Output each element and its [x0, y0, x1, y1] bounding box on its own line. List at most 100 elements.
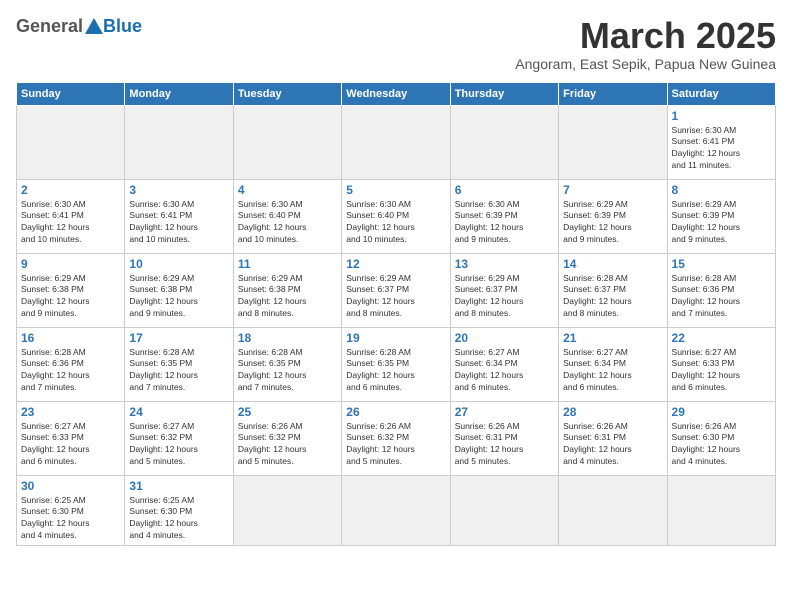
day-21: 21 Sunrise: 6:27 AM Sunset: 6:34 PM Dayl…	[559, 327, 667, 401]
day-23: 23 Sunrise: 6:27 AM Sunset: 6:33 PM Dayl…	[17, 401, 125, 475]
day-info-26: Sunrise: 6:26 AM Sunset: 6:32 PM Dayligh…	[346, 421, 445, 469]
day-31: 31 Sunrise: 6:25 AM Sunset: 6:30 PM Dayl…	[125, 475, 233, 546]
day-number-11: 11	[238, 257, 337, 271]
empty-cell	[450, 105, 558, 179]
day-info-23: Sunrise: 6:27 AM Sunset: 6:33 PM Dayligh…	[21, 421, 120, 469]
day-info-12: Sunrise: 6:29 AM Sunset: 6:37 PM Dayligh…	[346, 273, 445, 321]
day-number-28: 28	[563, 405, 662, 419]
day-info-2: Sunrise: 6:30 AM Sunset: 6:41 PM Dayligh…	[21, 199, 120, 247]
logo-triangle-icon	[85, 18, 103, 34]
day-info-25: Sunrise: 6:26 AM Sunset: 6:32 PM Dayligh…	[238, 421, 337, 469]
day-7: 7 Sunrise: 6:29 AM Sunset: 6:39 PM Dayli…	[559, 179, 667, 253]
title-block: March 2025 Angoram, East Sepik, Papua Ne…	[515, 16, 776, 72]
calendar-row-6: 30 Sunrise: 6:25 AM Sunset: 6:30 PM Dayl…	[17, 475, 776, 546]
day-number-12: 12	[346, 257, 445, 271]
empty-cell	[233, 475, 341, 546]
col-monday: Monday	[125, 82, 233, 105]
day-22: 22 Sunrise: 6:27 AM Sunset: 6:33 PM Dayl…	[667, 327, 775, 401]
month-title: March 2025	[515, 16, 776, 56]
empty-cell	[450, 475, 558, 546]
day-info-13: Sunrise: 6:29 AM Sunset: 6:37 PM Dayligh…	[455, 273, 554, 321]
day-info-7: Sunrise: 6:29 AM Sunset: 6:39 PM Dayligh…	[563, 199, 662, 247]
day-9: 9 Sunrise: 6:29 AM Sunset: 6:38 PM Dayli…	[17, 253, 125, 327]
logo: General Blue	[16, 16, 142, 37]
empty-cell	[342, 105, 450, 179]
calendar-row-2: 2 Sunrise: 6:30 AM Sunset: 6:41 PM Dayli…	[17, 179, 776, 253]
day-info-31: Sunrise: 6:25 AM Sunset: 6:30 PM Dayligh…	[129, 495, 228, 543]
day-info-16: Sunrise: 6:28 AM Sunset: 6:36 PM Dayligh…	[21, 347, 120, 395]
empty-cell	[667, 475, 775, 546]
col-saturday: Saturday	[667, 82, 775, 105]
day-info-20: Sunrise: 6:27 AM Sunset: 6:34 PM Dayligh…	[455, 347, 554, 395]
day-19: 19 Sunrise: 6:28 AM Sunset: 6:35 PM Dayl…	[342, 327, 450, 401]
day-number-29: 29	[672, 405, 771, 419]
day-15: 15 Sunrise: 6:28 AM Sunset: 6:36 PM Dayl…	[667, 253, 775, 327]
day-27: 27 Sunrise: 6:26 AM Sunset: 6:31 PM Dayl…	[450, 401, 558, 475]
empty-cell	[125, 105, 233, 179]
col-friday: Friday	[559, 82, 667, 105]
empty-cell	[342, 475, 450, 546]
day-info-18: Sunrise: 6:28 AM Sunset: 6:35 PM Dayligh…	[238, 347, 337, 395]
day-info-30: Sunrise: 6:25 AM Sunset: 6:30 PM Dayligh…	[21, 495, 120, 543]
day-number-22: 22	[672, 331, 771, 345]
day-number-15: 15	[672, 257, 771, 271]
day-info-8: Sunrise: 6:29 AM Sunset: 6:39 PM Dayligh…	[672, 199, 771, 247]
day-26: 26 Sunrise: 6:26 AM Sunset: 6:32 PM Dayl…	[342, 401, 450, 475]
day-4: 4 Sunrise: 6:30 AM Sunset: 6:40 PM Dayli…	[233, 179, 341, 253]
day-18: 18 Sunrise: 6:28 AM Sunset: 6:35 PM Dayl…	[233, 327, 341, 401]
day-1: 1 Sunrise: 6:30 AM Sunset: 6:41 PM Dayli…	[667, 105, 775, 179]
day-info-28: Sunrise: 6:26 AM Sunset: 6:31 PM Dayligh…	[563, 421, 662, 469]
day-11: 11 Sunrise: 6:29 AM Sunset: 6:38 PM Dayl…	[233, 253, 341, 327]
page: General Blue March 2025 Angoram, East Se…	[0, 0, 792, 612]
day-17: 17 Sunrise: 6:28 AM Sunset: 6:35 PM Dayl…	[125, 327, 233, 401]
day-info-10: Sunrise: 6:29 AM Sunset: 6:38 PM Dayligh…	[129, 273, 228, 321]
day-number-27: 27	[455, 405, 554, 419]
day-20: 20 Sunrise: 6:27 AM Sunset: 6:34 PM Dayl…	[450, 327, 558, 401]
day-number-3: 3	[129, 183, 228, 197]
day-13: 13 Sunrise: 6:29 AM Sunset: 6:37 PM Dayl…	[450, 253, 558, 327]
day-info-19: Sunrise: 6:28 AM Sunset: 6:35 PM Dayligh…	[346, 347, 445, 395]
day-number-10: 10	[129, 257, 228, 271]
day-number-17: 17	[129, 331, 228, 345]
day-28: 28 Sunrise: 6:26 AM Sunset: 6:31 PM Dayl…	[559, 401, 667, 475]
day-number-7: 7	[563, 183, 662, 197]
day-info-27: Sunrise: 6:26 AM Sunset: 6:31 PM Dayligh…	[455, 421, 554, 469]
day-number-13: 13	[455, 257, 554, 271]
day-number-5: 5	[346, 183, 445, 197]
calendar-row-4: 16 Sunrise: 6:28 AM Sunset: 6:36 PM Dayl…	[17, 327, 776, 401]
day-number-23: 23	[21, 405, 120, 419]
day-number-2: 2	[21, 183, 120, 197]
day-info-24: Sunrise: 6:27 AM Sunset: 6:32 PM Dayligh…	[129, 421, 228, 469]
day-number-14: 14	[563, 257, 662, 271]
day-10: 10 Sunrise: 6:29 AM Sunset: 6:38 PM Dayl…	[125, 253, 233, 327]
day-info-3: Sunrise: 6:30 AM Sunset: 6:41 PM Dayligh…	[129, 199, 228, 247]
subtitle: Angoram, East Sepik, Papua New Guinea	[515, 56, 776, 72]
day-number-9: 9	[21, 257, 120, 271]
day-info-4: Sunrise: 6:30 AM Sunset: 6:40 PM Dayligh…	[238, 199, 337, 247]
calendar-row-5: 23 Sunrise: 6:27 AM Sunset: 6:33 PM Dayl…	[17, 401, 776, 475]
day-info-15: Sunrise: 6:28 AM Sunset: 6:36 PM Dayligh…	[672, 273, 771, 321]
day-info-22: Sunrise: 6:27 AM Sunset: 6:33 PM Dayligh…	[672, 347, 771, 395]
day-info-14: Sunrise: 6:28 AM Sunset: 6:37 PM Dayligh…	[563, 273, 662, 321]
day-info-17: Sunrise: 6:28 AM Sunset: 6:35 PM Dayligh…	[129, 347, 228, 395]
col-sunday: Sunday	[17, 82, 125, 105]
empty-cell	[233, 105, 341, 179]
day-info-1: Sunrise: 6:30 AM Sunset: 6:41 PM Dayligh…	[672, 125, 771, 173]
logo-blue-text: Blue	[103, 16, 142, 37]
day-info-6: Sunrise: 6:30 AM Sunset: 6:39 PM Dayligh…	[455, 199, 554, 247]
day-number-21: 21	[563, 331, 662, 345]
calendar-row-1: 1 Sunrise: 6:30 AM Sunset: 6:41 PM Dayli…	[17, 105, 776, 179]
day-30: 30 Sunrise: 6:25 AM Sunset: 6:30 PM Dayl…	[17, 475, 125, 546]
day-3: 3 Sunrise: 6:30 AM Sunset: 6:41 PM Dayli…	[125, 179, 233, 253]
day-number-24: 24	[129, 405, 228, 419]
calendar-header-row: Sunday Monday Tuesday Wednesday Thursday…	[17, 82, 776, 105]
day-14: 14 Sunrise: 6:28 AM Sunset: 6:37 PM Dayl…	[559, 253, 667, 327]
day-info-9: Sunrise: 6:29 AM Sunset: 6:38 PM Dayligh…	[21, 273, 120, 321]
day-number-8: 8	[672, 183, 771, 197]
day-number-25: 25	[238, 405, 337, 419]
day-number-20: 20	[455, 331, 554, 345]
day-number-31: 31	[129, 479, 228, 493]
logo-general-text: General	[16, 16, 83, 37]
empty-cell	[559, 105, 667, 179]
day-8: 8 Sunrise: 6:29 AM Sunset: 6:39 PM Dayli…	[667, 179, 775, 253]
